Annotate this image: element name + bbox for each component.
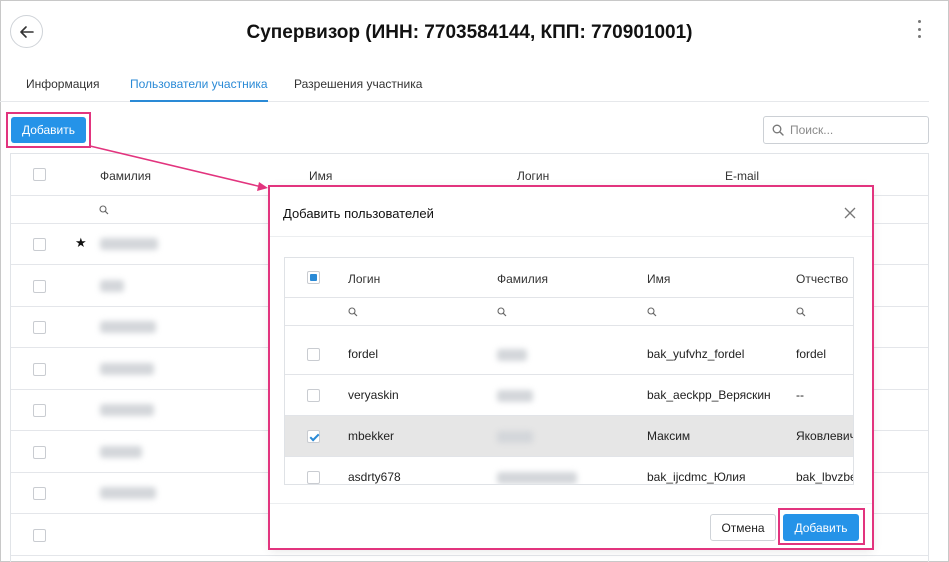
- dialog-highlight: [268, 185, 874, 550]
- row-checkbox[interactable]: [33, 404, 46, 417]
- filter-search-icon[interactable]: [99, 205, 109, 215]
- cell-surname-redacted: [100, 445, 142, 458]
- row-checkbox[interactable]: [33, 487, 46, 500]
- row-checkbox[interactable]: [33, 321, 46, 334]
- cell-surname-redacted: [100, 238, 158, 250]
- row-checkbox[interactable]: [33, 445, 46, 459]
- tab-bar: Информация Пользователи участника Разреш…: [0, 76, 929, 102]
- row-checkbox[interactable]: [33, 238, 46, 251]
- more-options-icon[interactable]: [909, 18, 929, 40]
- column-header-email[interactable]: E-mail: [725, 169, 759, 183]
- submit-button-highlight: [778, 508, 865, 545]
- row-checkbox[interactable]: [33, 528, 46, 542]
- column-header-surname[interactable]: Фамилия: [100, 169, 151, 183]
- search-icon: [772, 124, 784, 136]
- tab-participant-users[interactable]: Пользователи участника: [130, 77, 268, 102]
- search-placeholder: Поиск...: [790, 123, 834, 137]
- select-all-checkbox[interactable]: [33, 168, 46, 181]
- column-header-name[interactable]: Имя: [309, 169, 332, 183]
- column-header-login[interactable]: Логин: [517, 169, 549, 183]
- search-input[interactable]: Поиск...: [763, 116, 929, 144]
- tab-participant-permissions[interactable]: Разрешения участника: [294, 77, 422, 102]
- page-title: Супервизор (ИНН: 7703584144, КПП: 770901…: [246, 22, 693, 43]
- row-checkbox[interactable]: [33, 279, 46, 293]
- cell-surname-redacted: [100, 321, 156, 333]
- star-icon[interactable]: ★: [75, 235, 87, 251]
- row-checkbox[interactable]: [33, 362, 46, 376]
- cell-surname-redacted: [100, 487, 156, 499]
- tab-information[interactable]: Информация: [26, 77, 99, 102]
- cell-surname-redacted: [100, 362, 154, 375]
- cell-surname-redacted: [100, 404, 154, 416]
- add-button-highlight: [6, 112, 91, 148]
- cell-surname-redacted: [100, 279, 124, 292]
